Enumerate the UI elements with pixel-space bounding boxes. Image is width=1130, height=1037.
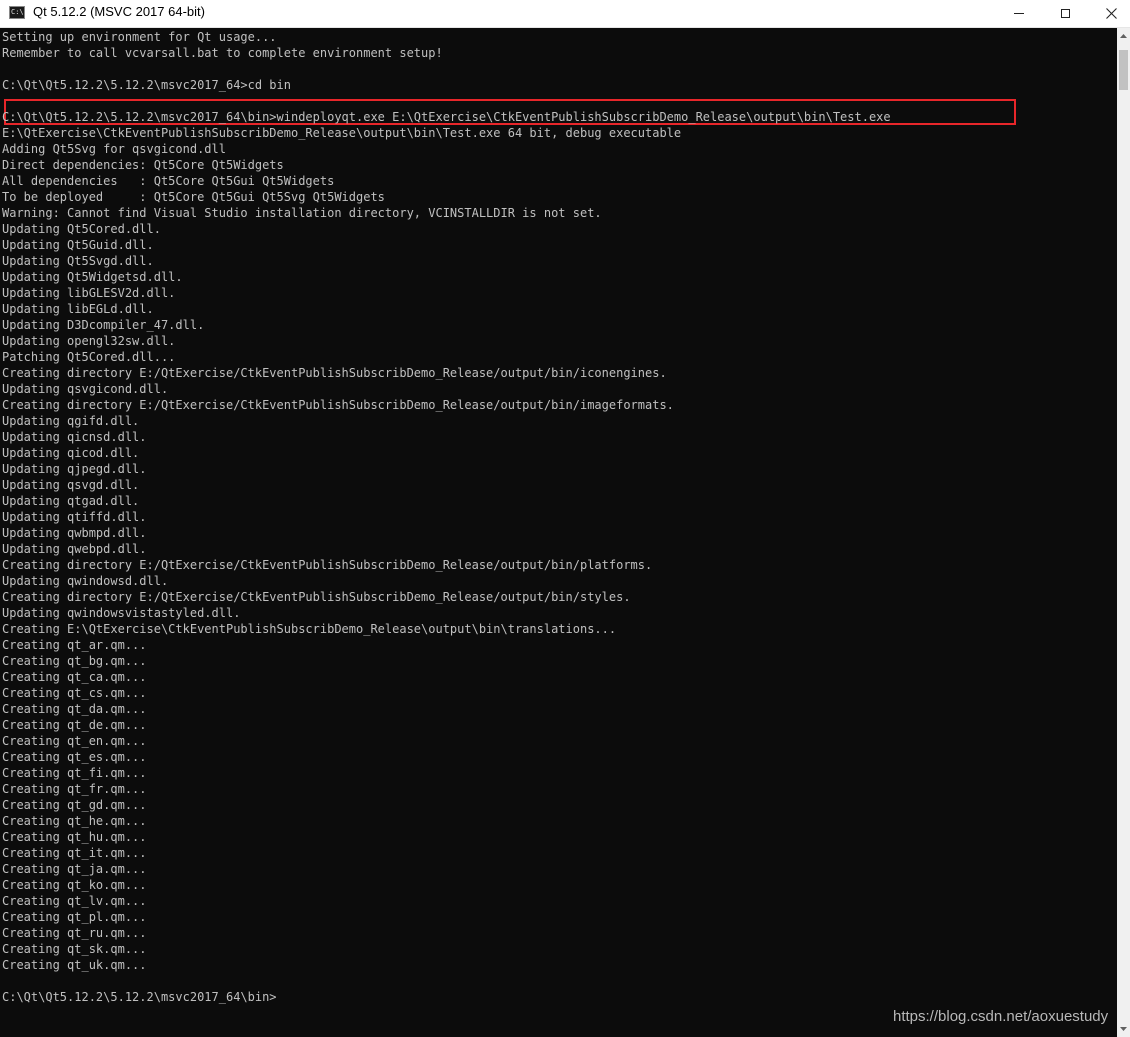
console-line: Updating qwbmpd.dll. [2,526,147,540]
console-line: Updating qicnsd.dll. [2,430,147,444]
console-line: Creating qt_ru.qm... [2,926,147,940]
console-line: Creating qt_he.qm... [2,814,147,828]
console-line: Updating libEGLd.dll. [2,302,154,316]
scroll-up-icon [1120,34,1127,38]
vertical-scrollbar[interactable] [1117,28,1130,1037]
window-title: Qt 5.12.2 (MSVC 2017 64-bit) [33,4,205,19]
console-line: Updating qtgad.dll. [2,494,140,508]
console-line: Creating qt_uk.qm... [2,958,147,972]
maximize-icon [1060,9,1070,18]
console-line: Creating directory E:/QtExercise/CtkEven… [2,398,674,412]
console-line: Creating qt_sk.qm... [2,942,147,956]
console-line: Creating qt_fi.qm... [2,766,147,780]
console-line: Creating qt_hu.qm... [2,830,147,844]
console-line: Updating Qt5Svgd.dll. [2,254,154,268]
console-line: Creating directory E:/QtExercise/CtkEven… [2,590,631,604]
console-line: Creating qt_ko.qm... [2,878,147,892]
console-output[interactable]: Setting up environment for Qt usage... Re… [0,28,1117,1037]
console-line: Updating qicod.dll. [2,446,140,460]
console-line: Adding Qt5Svg for qsvgicond.dll [2,142,226,156]
console-line: Updating qwindowsd.dll. [2,574,169,588]
console-line: Updating D3Dcompiler_47.dll. [2,318,205,332]
console-line: Updating Qt5Guid.dll. [2,238,154,252]
console-line: C:\Qt\Qt5.12.2\5.12.2\msvc2017_64\bin> [2,990,277,1004]
console-line: Creating qt_de.qm... [2,718,147,732]
console-line: Creating qt_da.qm... [2,702,147,716]
console-line: Creating E:\QtExercise\CtkEventPublishSu… [2,622,617,636]
console-line: Creating qt_it.qm... [2,846,147,860]
console-line: Updating qjpegd.dll. [2,462,147,476]
console-line: Creating qt_pl.qm... [2,910,147,924]
console-line: Creating qt_bg.qm... [2,654,147,668]
watermark-url: https://blog.csdn.net/aoxuestudy [893,1008,1109,1025]
console-line: To be deployed : Qt5Core Qt5Gui Qt5Svg Q… [2,190,385,204]
console-line: Setting up environment for Qt usage... [2,30,277,44]
console-line: C:\Qt\Qt5.12.2\5.12.2\msvc2017_64\bin>wi… [2,110,891,124]
console-line: Creating qt_es.qm... [2,750,147,764]
console-line: Creating qt_gd.qm... [2,798,147,812]
console-line: Updating opengl32sw.dll. [2,334,176,348]
console-line: Patching Qt5Cored.dll... [2,350,176,364]
title-bar[interactable]: C:\ Qt 5.12.2 (MSVC 2017 64-bit) [0,0,1130,28]
console-line: Creating qt_en.qm... [2,734,147,748]
console-line: Updating qgifd.dll. [2,414,140,428]
console-line: Direct dependencies: Qt5Core Qt5Widgets [2,158,284,172]
console-line: Creating qt_ja.qm... [2,862,147,876]
console-line: Creating qt_fr.qm... [2,782,147,796]
console-icon: C:\ [9,6,25,19]
console-line: Remember to call vcvarsall.bat to comple… [2,46,443,60]
scroll-down-button[interactable] [1117,1021,1130,1037]
console-line: Updating libGLESV2d.dll. [2,286,176,300]
console-line: C:\Qt\Qt5.12.2\5.12.2\msvc2017_64>cd bin [2,78,291,92]
scroll-thumb[interactable] [1119,50,1128,90]
console-line: Updating qwindowsvistastyled.dll. [2,606,241,620]
console-line: Creating qt_lv.qm... [2,894,147,908]
console-line: Creating qt_ca.qm... [2,670,147,684]
console-line: Creating qt_ar.qm... [2,638,147,652]
console-line: Updating qtiffd.dll. [2,510,147,524]
minimize-icon [1014,13,1024,14]
console-line: E:\QtExercise\CtkEventPublishSubscribDem… [2,126,682,140]
minimize-button[interactable] [996,0,1042,27]
console-line: Updating qsvgicond.dll. [2,382,169,396]
close-icon [1105,8,1117,19]
console-line: Creating directory E:/QtExercise/CtkEven… [2,366,667,380]
console-line: Warning: Cannot find Visual Studio insta… [2,206,602,220]
console-window: C:\ Qt 5.12.2 (MSVC 2017 64-bit) Setting… [0,0,1130,1037]
console-line: Updating Qt5Widgetsd.dll. [2,270,183,284]
console-line: Creating qt_cs.qm... [2,686,147,700]
console-line: All dependencies : Qt5Core Qt5Gui Qt5Wid… [2,174,335,188]
console-line: Updating qwebpd.dll. [2,542,147,556]
console-line: Updating qsvgd.dll. [2,478,140,492]
maximize-button[interactable] [1042,0,1088,27]
scroll-down-icon [1120,1027,1127,1031]
scroll-up-button[interactable] [1117,28,1130,44]
console-line: Creating directory E:/QtExercise/CtkEven… [2,558,653,572]
console-line: Updating Qt5Cored.dll. [2,222,161,236]
close-button[interactable] [1088,0,1130,27]
